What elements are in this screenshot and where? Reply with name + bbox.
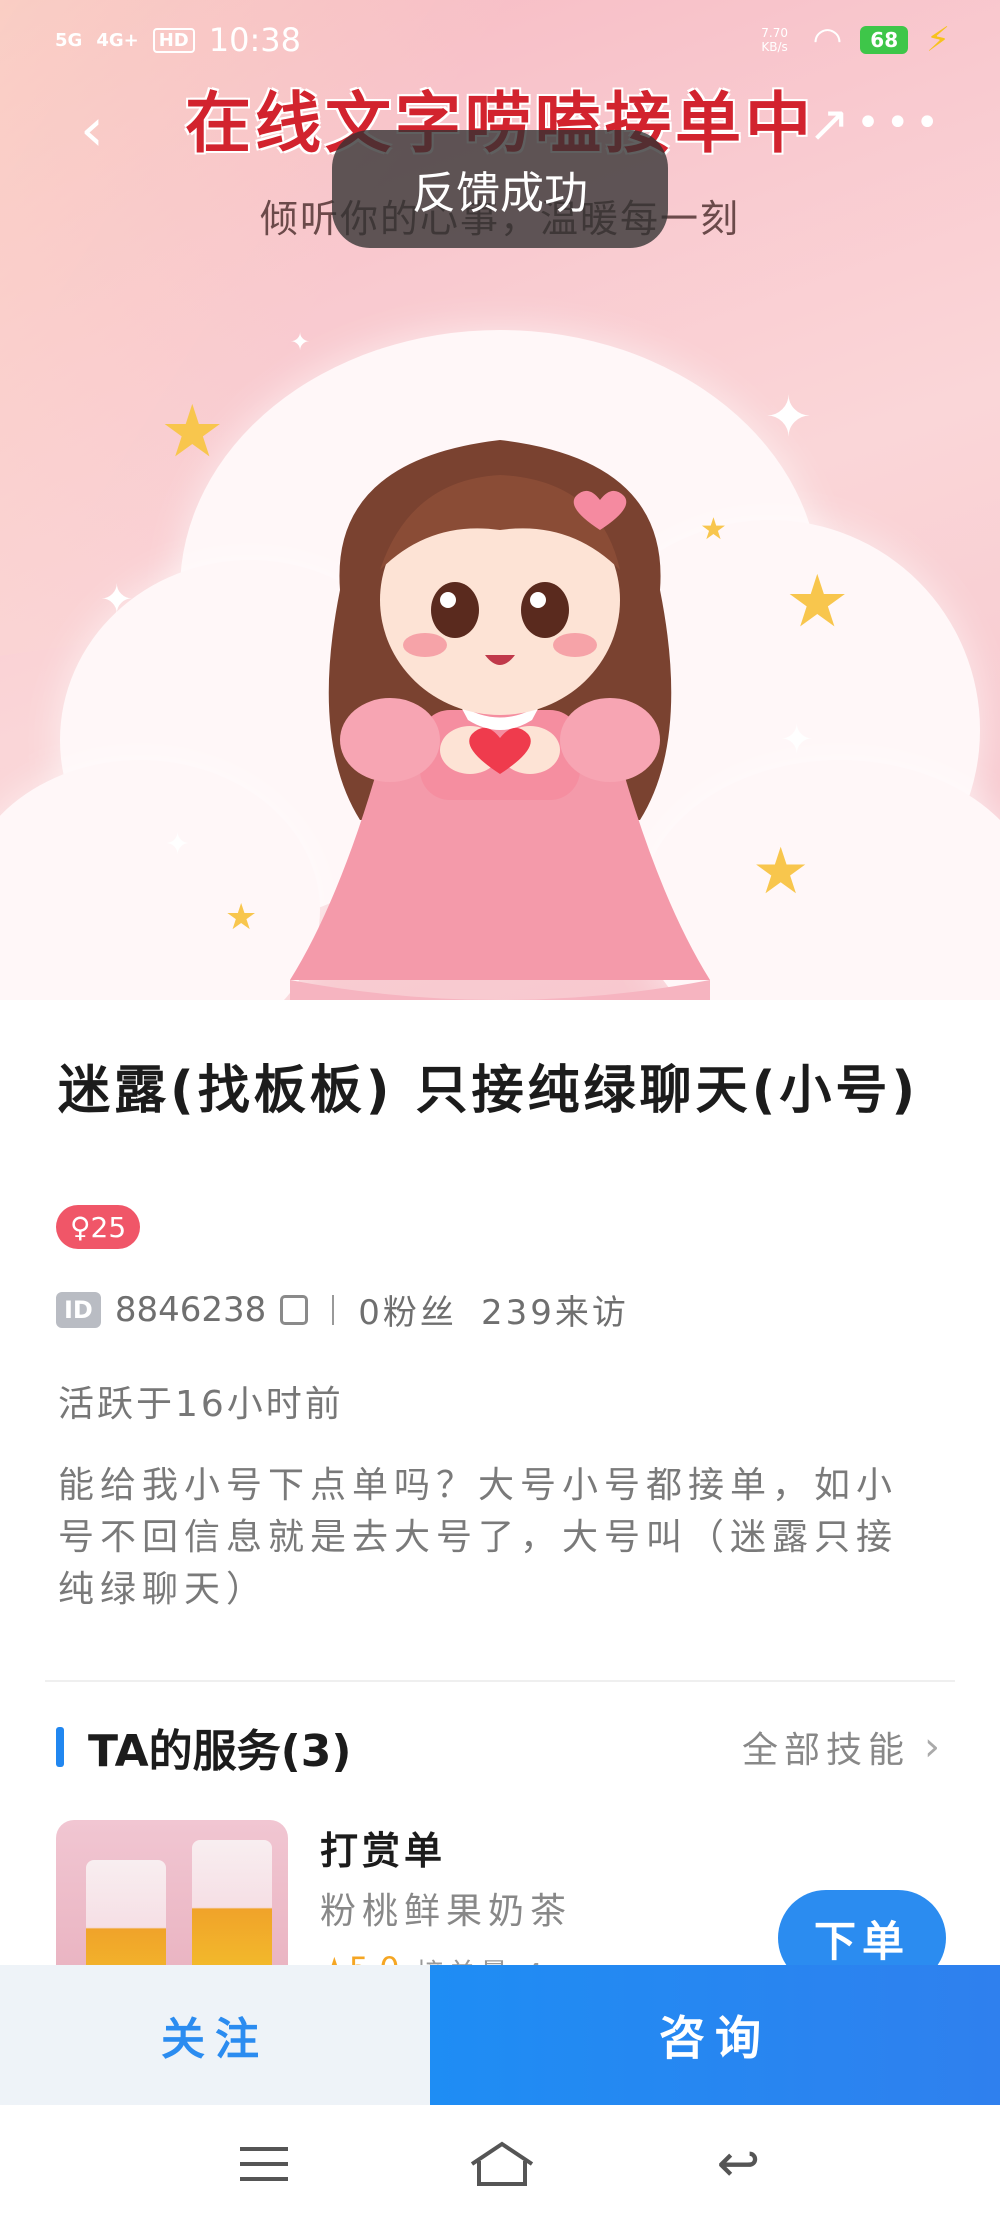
star-decoration: ★ — [752, 835, 810, 909]
section-marker — [56, 1727, 64, 1767]
battery-icon: 68 — [860, 26, 909, 54]
signal-5g-icon: 5G — [55, 29, 83, 51]
wifi-icon: ◠ — [812, 20, 843, 60]
signal-4g-icon: 4G+ — [96, 29, 139, 51]
star-decoration: ★ — [225, 897, 258, 938]
copy-icon[interactable] — [280, 1294, 309, 1325]
consult-button[interactable]: 咨询 — [430, 1965, 1000, 2105]
star-decoration: ★ — [785, 559, 850, 643]
divider — [45, 1680, 955, 1682]
girl-illustration — [290, 440, 710, 1000]
net-speed: 7.70 KB/s — [761, 26, 788, 54]
sparkle-decoration: ✦ — [165, 827, 191, 862]
system-navigation-bar: ↩ — [0, 2105, 1000, 2222]
visitor-count: 239来访 — [480, 1293, 629, 1333]
id-tag: ID — [56, 1291, 101, 1328]
status-bar: 5G 4G+ HD 10:38 7.70 KB/s ◠ 68 ⚡ — [0, 0, 1000, 80]
follow-button[interactable]: 关注 — [0, 1965, 430, 2105]
toast-message: 反馈成功 — [332, 130, 668, 248]
last-active: 活跃于16小时前 — [58, 1384, 344, 1425]
sparkle-decoration: ✦ — [290, 328, 311, 356]
service-name: 打赏单 — [320, 1829, 447, 1873]
user-id: 8846238 — [114, 1289, 267, 1330]
bottom-action-bar: 关注 咨询 — [0, 1965, 1000, 2105]
profile-bio: 能给我小号下点单吗？大号小号都接单，如小号不回信息就是去大号了，大号叫（迷露只接… — [58, 1465, 899, 1610]
chevron-right-icon: › — [924, 1724, 946, 1770]
back-icon[interactable]: ↩ — [717, 2134, 761, 2194]
hd-icon: HD — [152, 27, 195, 53]
fans-count: 0粉丝 — [358, 1293, 457, 1333]
menu-icon[interactable] — [239, 2146, 288, 2181]
more-options-icon[interactable]: ••• — [856, 100, 945, 146]
id-row: ID 8846238 0粉丝 239来访 — [56, 1285, 629, 1334]
share-icon[interactable]: ↗ — [808, 95, 850, 153]
home-icon[interactable] — [467, 2139, 537, 2189]
profile-title: 迷露(找板板) 只接纯绿聊天(小号) — [58, 1061, 920, 1121]
star-decoration: ★ — [160, 389, 225, 473]
gender-age-badge: ♀25 — [56, 1205, 141, 1249]
view-all-skills-link[interactable]: 全部技能 › — [742, 1721, 946, 1773]
back-arrow-icon[interactable]: ‹ — [80, 95, 104, 165]
services-header: TA的服务(3) 全部技能 › — [56, 1715, 946, 1779]
sparkle-decoration: ✦ — [100, 577, 134, 623]
status-time: 10:38 — [208, 21, 301, 59]
sparkle-decoration: ✦ — [780, 717, 814, 763]
service-description: 粉桃鲜果奶茶 — [320, 1891, 573, 1932]
page: ★ ★ ★ ★ ★ ✦ ✦ ✦ ✦ ✦ 5G 4G+ HD 10:38 7.70… — [0, 0, 1000, 2222]
services-heading: TA的服务(3) — [88, 1726, 352, 1777]
sparkle-decoration: ✦ — [765, 385, 812, 450]
charging-icon: ⚡ — [926, 20, 950, 60]
